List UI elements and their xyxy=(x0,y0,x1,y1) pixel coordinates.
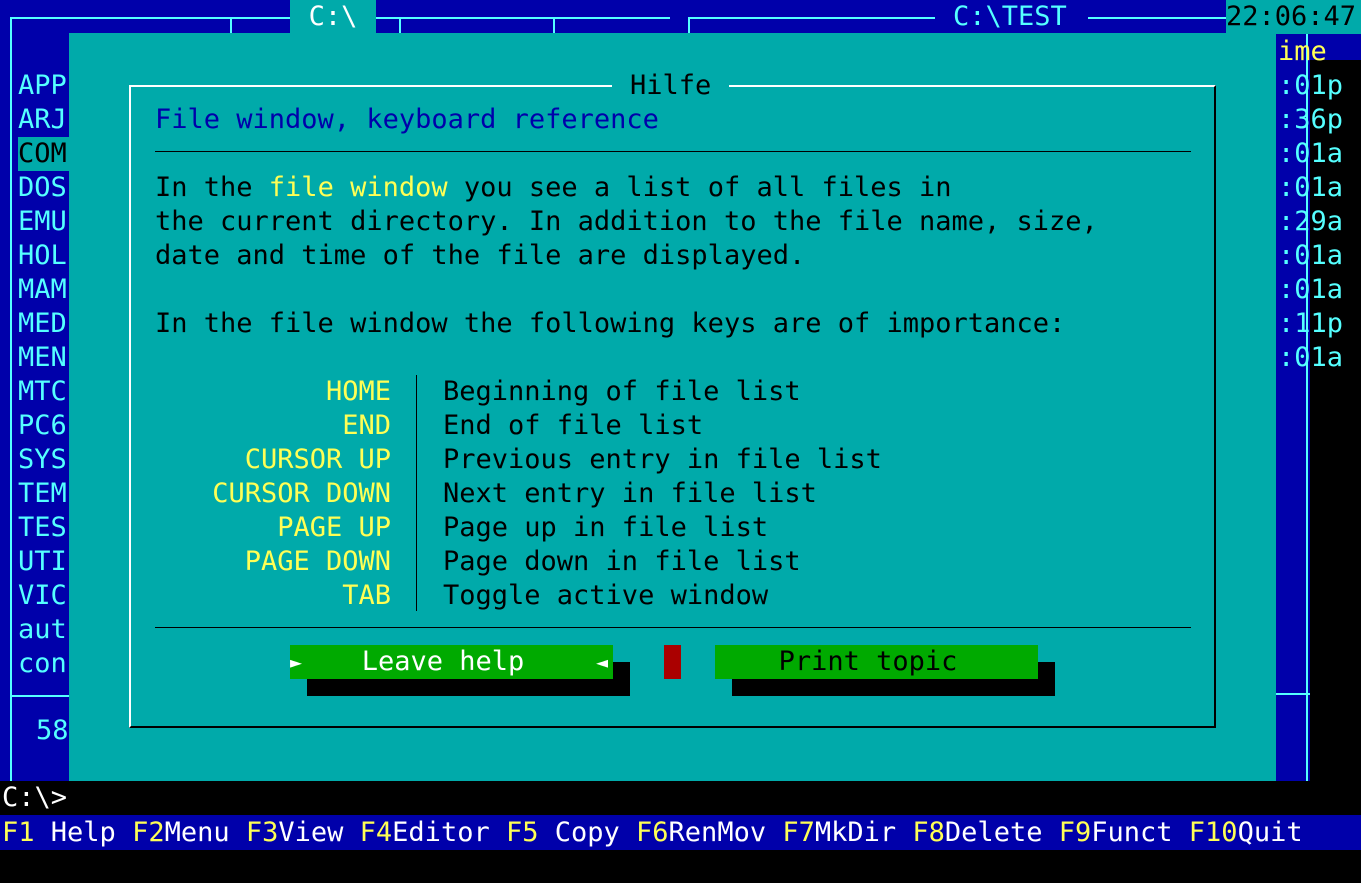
file-time: :01a xyxy=(1278,274,1344,305)
file-entry[interactable]: ARJ xyxy=(18,103,67,137)
left-panel-status: 58 xyxy=(36,715,69,746)
fkey-2[interactable]: F3View xyxy=(246,817,360,848)
key-description: Beginning of file list xyxy=(443,376,801,407)
file-time: :01a xyxy=(1278,138,1344,169)
file-entry[interactable]: UTI xyxy=(18,545,67,579)
file-entry[interactable]: MAM xyxy=(18,273,67,307)
file-time: :01a xyxy=(1278,240,1344,271)
file-entry[interactable]: DOS xyxy=(18,171,67,205)
left-panel-path: C:\ xyxy=(290,0,376,34)
fkey-4[interactable]: F5 Copy xyxy=(506,817,636,848)
right-panel-path: C:\TEST xyxy=(941,0,1079,34)
file-entry[interactable]: VIC xyxy=(18,579,67,613)
key-name: CURSOR UP xyxy=(244,444,391,475)
fkey-8[interactable]: F9Funct xyxy=(1059,817,1189,848)
function-key-bar: F1 Help F2Menu F3View F4Editor F5 Copy F… xyxy=(0,815,1361,850)
fkey-9[interactable]: F10Quit xyxy=(1189,817,1303,848)
key-name: HOME xyxy=(325,376,391,407)
leave-help-label: Leave help xyxy=(361,646,525,677)
print-topic-label: Print topic xyxy=(778,646,958,677)
arrow-left-icon: ◄ xyxy=(596,650,609,674)
file-entry[interactable]: TES xyxy=(18,511,67,545)
file-entry[interactable]: con xyxy=(18,647,67,681)
file-entry[interactable]: aut xyxy=(18,613,67,647)
file-time: :29a xyxy=(1278,206,1344,237)
help-dialog-title: Hilfe xyxy=(612,69,730,103)
file-time: :36p xyxy=(1278,104,1344,135)
file-time: :01p xyxy=(1278,70,1344,101)
file-entry[interactable]: MTC xyxy=(18,375,67,409)
fkey-5[interactable]: F6RenMov xyxy=(636,817,782,848)
file-time: :01a xyxy=(1278,342,1344,373)
key-name: END xyxy=(342,410,391,441)
key-name: CURSOR DOWN xyxy=(212,478,391,509)
help-paragraph-line3: date and time of the file are displayed. xyxy=(155,240,806,271)
clock: 22:06:47 xyxy=(1226,0,1361,34)
file-entry[interactable]: PC6 xyxy=(18,409,67,443)
help-paragraph-line2: the current directory. In addition to th… xyxy=(155,206,1098,237)
key-description: End of file list xyxy=(443,410,704,441)
file-entry[interactable]: MEN xyxy=(18,341,67,375)
fkey-0[interactable]: F1 Help xyxy=(2,817,132,848)
key-description: Page up in file list xyxy=(443,512,769,543)
fkey-1[interactable]: F2Menu xyxy=(132,817,246,848)
help-paragraph-keys-intro: In the file window the following keys ar… xyxy=(155,308,1066,339)
leave-help-button[interactable]: ► Leave help ◄ xyxy=(290,645,613,679)
command-prompt[interactable]: C:\> xyxy=(2,781,67,815)
key-name: PAGE UP xyxy=(277,512,391,543)
key-name: TAB xyxy=(342,580,391,611)
right-column-header: ime xyxy=(1278,36,1327,67)
file-time: :01a xyxy=(1278,172,1344,203)
key-description: Previous entry in file list xyxy=(443,444,882,475)
key-description: Next entry in file list xyxy=(443,478,817,509)
key-description: Toggle active window xyxy=(443,580,769,611)
fkey-3[interactable]: F4Editor xyxy=(360,817,506,848)
file-entry[interactable]: APP xyxy=(18,69,67,103)
file-entry[interactable]: SYS xyxy=(18,443,67,477)
file-entry[interactable]: TEM xyxy=(18,477,67,511)
help-subtitle: File window, keyboard reference xyxy=(155,104,659,135)
print-topic-button[interactable]: Print topic xyxy=(715,645,1038,679)
file-entry[interactable]: HOL xyxy=(18,239,67,273)
fkey-6[interactable]: F7MkDir xyxy=(782,817,912,848)
file-entry[interactable]: COM xyxy=(18,137,69,171)
file-entry[interactable]: EMU xyxy=(18,205,67,239)
file-entry[interactable]: MED xyxy=(18,307,67,341)
help-link-file-window[interactable]: file window xyxy=(269,172,448,203)
key-name: PAGE DOWN xyxy=(244,546,391,577)
cursor-block xyxy=(664,645,681,679)
file-time: :11p xyxy=(1278,308,1344,339)
help-paragraph-line1: In the file window you see a list of all… xyxy=(155,172,952,203)
key-description: Page down in file list xyxy=(443,546,801,577)
fkey-7[interactable]: F8Delete xyxy=(912,817,1058,848)
